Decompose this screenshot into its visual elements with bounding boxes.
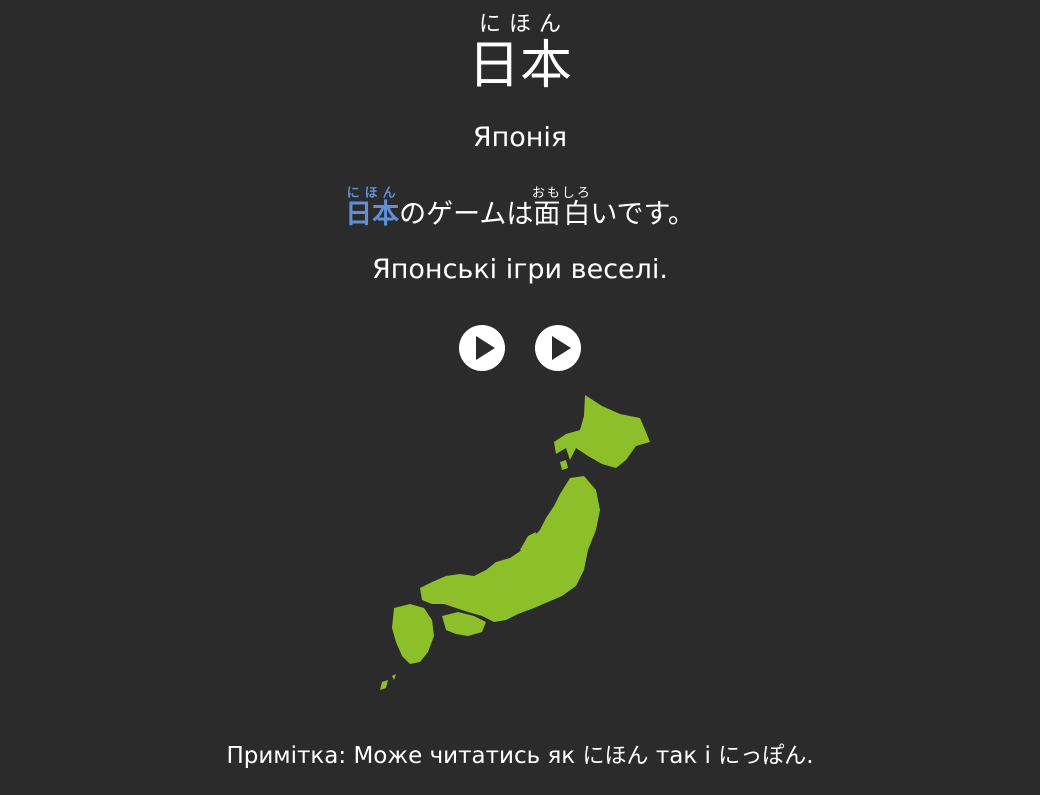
map-island-1 bbox=[380, 680, 388, 690]
map-shikoku bbox=[442, 612, 486, 636]
sentence-kanji-2: 面白 bbox=[531, 199, 592, 230]
sentence-target-word: 日本にほん bbox=[345, 187, 400, 231]
sentence-part-2: いです。 bbox=[590, 199, 695, 230]
note-reading-2: にっぽん bbox=[718, 744, 807, 769]
sentence-part-1: のゲームは bbox=[399, 199, 534, 230]
word-translation: Японія bbox=[472, 122, 568, 153]
note-prefix: Примітка: Може читатись як bbox=[226, 743, 576, 769]
flashcard-page: にほん 日本 Японія 日本にほんのゲームは面白おもしろいです。 Японс… bbox=[0, 0, 1040, 795]
sentence-target-kanji: 日本 bbox=[345, 199, 400, 230]
word-kanji: 日本 bbox=[467, 36, 572, 96]
note-suffix: . bbox=[806, 743, 814, 769]
map-hokkaido bbox=[554, 395, 650, 468]
map-island-3 bbox=[560, 460, 568, 470]
play-word-audio-button[interactable] bbox=[459, 325, 505, 371]
sentence-target-reading: にほん bbox=[345, 186, 400, 201]
note-middle: так і bbox=[655, 743, 711, 769]
play-sentence-audio-button[interactable] bbox=[535, 325, 581, 371]
play-icon bbox=[476, 336, 495, 360]
reading-note: Примітка: Може читатись як にほん так і にっぽ… bbox=[0, 738, 1040, 775]
map-island-2 bbox=[392, 674, 396, 680]
japan-map-illustration bbox=[380, 395, 650, 690]
sentence-kanji-2-reading: おもしろ bbox=[531, 186, 592, 201]
sentence-translation: Японські ігри веселі. bbox=[371, 254, 668, 285]
map-honshu bbox=[420, 476, 600, 622]
word-block: にほん 日本 bbox=[0, 10, 1040, 96]
audio-controls bbox=[0, 325, 1040, 371]
sentence-furigana-word: 面白おもしろ bbox=[531, 187, 592, 231]
note-reading-1: にほん bbox=[582, 744, 649, 769]
example-sentence: 日本にほんのゲームは面白おもしろいです。 bbox=[0, 186, 1040, 235]
map-kyushu bbox=[392, 604, 434, 664]
play-icon bbox=[552, 336, 571, 360]
